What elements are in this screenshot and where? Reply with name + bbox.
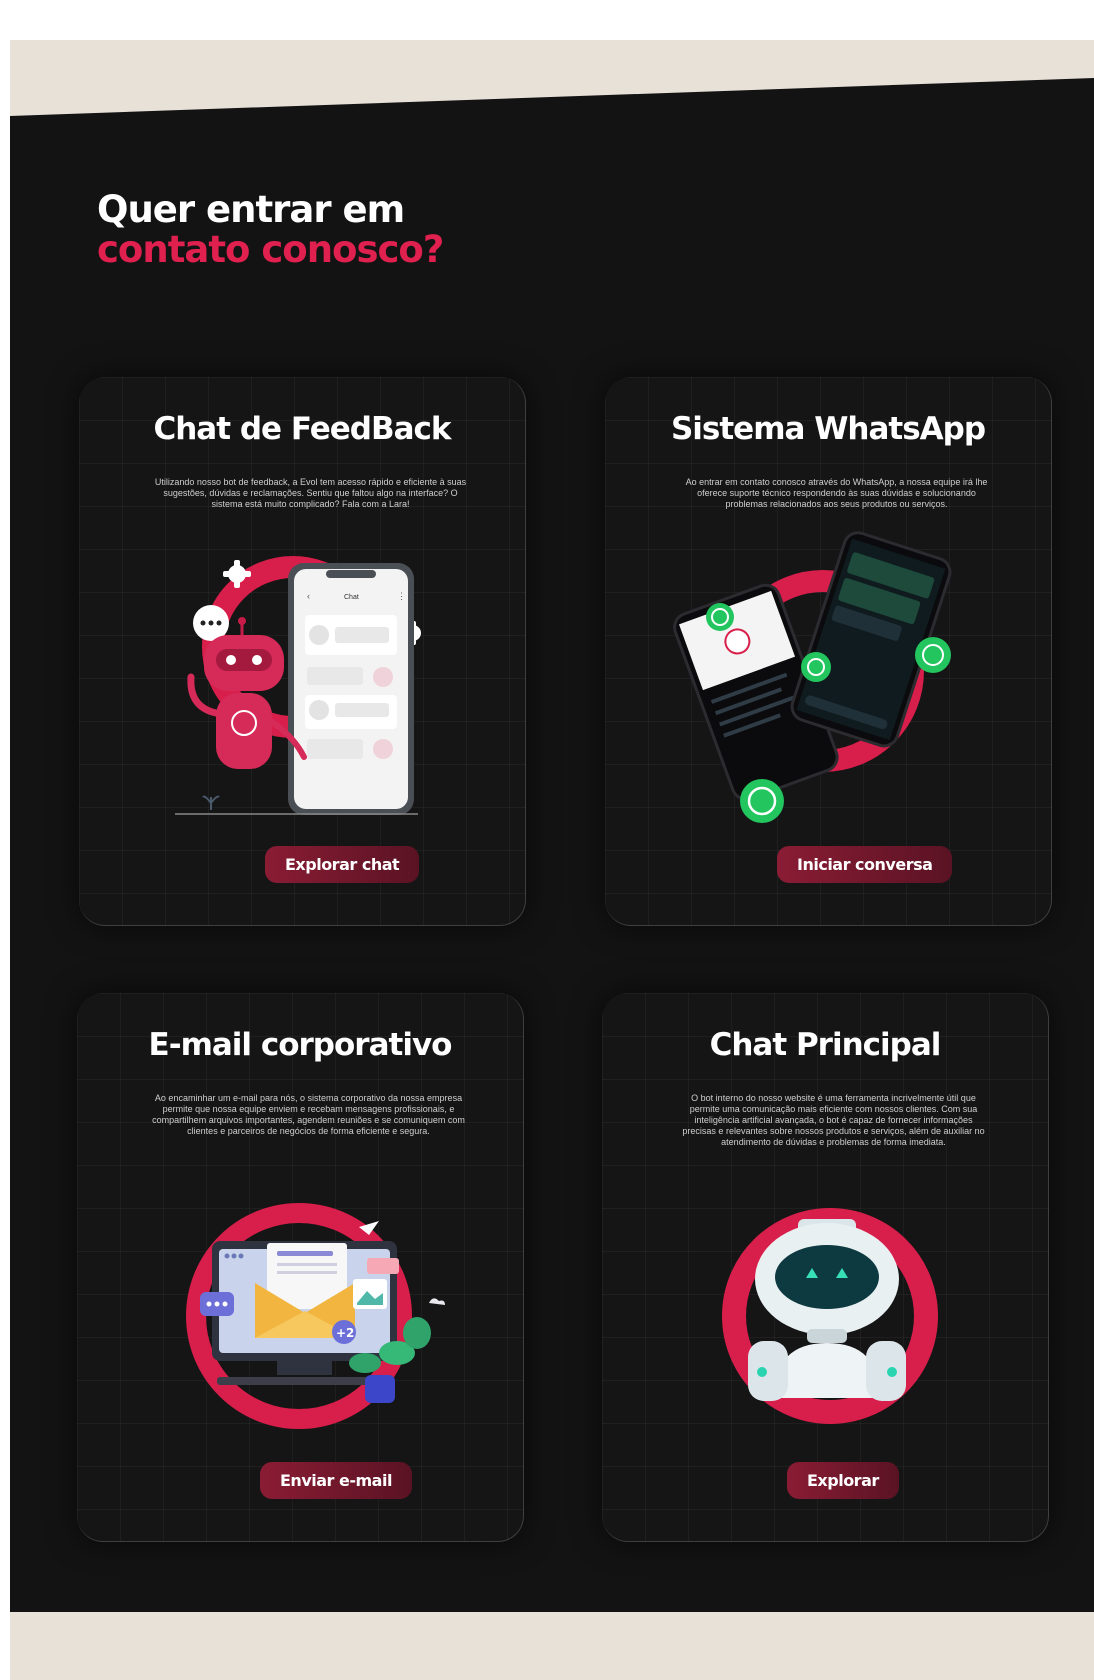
section-heading: Quer entrar em contato conosco? xyxy=(97,188,444,271)
whatsapp-icon xyxy=(740,779,784,823)
card-main-chat: Chat Principal O bot interno do nosso we… xyxy=(602,993,1049,1542)
svg-text:⋮: ⋮ xyxy=(397,591,406,601)
email-illustration: +2 xyxy=(186,1203,445,1429)
heading-line-2: contato conosco? xyxy=(97,228,444,271)
heading-line-1: Quer entrar em xyxy=(97,188,405,231)
start-conversation-button[interactable]: Iniciar conversa xyxy=(777,846,953,883)
phone-icon: ‹ Chat ⋮ xyxy=(288,563,414,815)
cloud-icon xyxy=(429,1298,445,1305)
svg-text:‹: ‹ xyxy=(307,591,310,601)
explore-chat-button[interactable]: Explorar chat xyxy=(265,846,420,883)
card-whatsapp: Sistema WhatsApp Ao entrar em contato co… xyxy=(605,377,1052,926)
whatsapp-icon xyxy=(915,637,951,673)
notification-badge: +2 xyxy=(332,1320,356,1344)
send-email-button[interactable]: Enviar e-mail xyxy=(260,1462,412,1499)
explore-button[interactable]: Explorar xyxy=(787,1462,899,1499)
whatsapp-icon xyxy=(706,603,734,631)
note-card xyxy=(367,1258,399,1274)
svg-text:+2: +2 xyxy=(336,1326,354,1340)
robot-head-illustration xyxy=(722,1208,938,1424)
whatsapp-icon xyxy=(801,652,831,682)
chat-bubble-icon xyxy=(200,1292,234,1316)
whatsapp-illustration xyxy=(673,531,952,823)
card-corporate-email: E-mail corporativo Ao encaminhar um e-ma… xyxy=(77,993,524,1542)
robot-icon xyxy=(748,1219,906,1401)
robot-chat-illustration: ‹ Chat ⋮ xyxy=(175,556,421,815)
image-card-icon xyxy=(353,1279,387,1309)
bottom-band xyxy=(10,1600,1094,1680)
svg-text:Chat: Chat xyxy=(344,594,359,601)
plant-icon xyxy=(202,795,220,810)
card-feedback-chat: Chat de FeedBack Utilizando nosso bot de… xyxy=(79,377,526,926)
